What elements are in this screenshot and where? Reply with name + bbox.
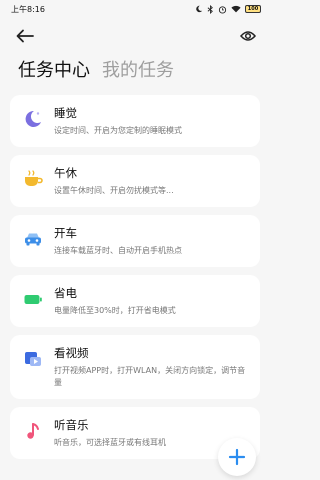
task-card-power-saving[interactable]: 省电 电量降低至30%时，打开省电模式 [10, 275, 260, 327]
task-title: 听音乐 [54, 418, 89, 432]
car-icon [22, 228, 44, 250]
battery-indicator: 100 [245, 5, 261, 13]
eye-icon[interactable] [240, 30, 256, 42]
task-card-driving[interactable]: 开车 连接车载蓝牙时、自动开启手机热点 [10, 215, 260, 267]
task-title: 省电 [54, 286, 77, 300]
task-card-nap[interactable]: 午休 设置午休时间、开启勿扰模式等... [10, 155, 260, 207]
task-description: 连接车载蓝牙时、自动开启手机热点 [54, 246, 182, 255]
task-list: 睡觉 设定时间、开启为您定制的睡眠模式 午休 设置午休时间、开启勿扰模式等... [0, 86, 270, 459]
status-bar: 上午8:16 100 [0, 0, 270, 18]
moon-icon [22, 108, 44, 130]
task-description: 设置午休时间、开启勿扰模式等... [54, 186, 174, 195]
coffee-cup-icon [22, 168, 44, 190]
task-description: 打开视频APP时，打开WLAN，关闭方向锁定，调节音量 [54, 366, 246, 387]
tab-task-center[interactable]: 任务中心 [18, 56, 90, 82]
task-description: 设定时间、开启为您定制的睡眠模式 [54, 126, 182, 135]
add-task-button[interactable] [218, 438, 256, 476]
bluetooth-icon [207, 4, 213, 14]
task-title: 睡觉 [54, 106, 77, 120]
task-title: 开车 [54, 226, 77, 240]
video-icon [22, 348, 44, 370]
task-description: 听音乐，可选择蓝牙或有线耳机 [54, 438, 166, 447]
status-icons: 100 [195, 4, 261, 14]
back-arrow-icon[interactable] [16, 29, 34, 43]
task-card-sleep[interactable]: 睡觉 设定时间、开启为您定制的睡眠模式 [10, 95, 260, 147]
wifi-icon [231, 5, 241, 13]
top-bar [0, 18, 270, 54]
task-card-watch-video[interactable]: 看视频 打开视频APP时，打开WLAN，关闭方向锁定，调节音量 [10, 335, 260, 399]
tab-bar: 任务中心 我的任务 [0, 54, 270, 86]
task-title: 午休 [54, 166, 77, 180]
tab-my-tasks[interactable]: 我的任务 [102, 56, 174, 82]
battery-icon [22, 288, 44, 310]
alarm-icon [218, 5, 227, 14]
task-title: 看视频 [54, 346, 89, 360]
task-description: 电量降低至30%时，打开省电模式 [54, 306, 176, 315]
plus-icon [228, 448, 246, 466]
music-note-icon [22, 420, 44, 442]
status-time: 上午8:16 [11, 4, 45, 14]
do-not-disturb-icon [196, 5, 203, 13]
